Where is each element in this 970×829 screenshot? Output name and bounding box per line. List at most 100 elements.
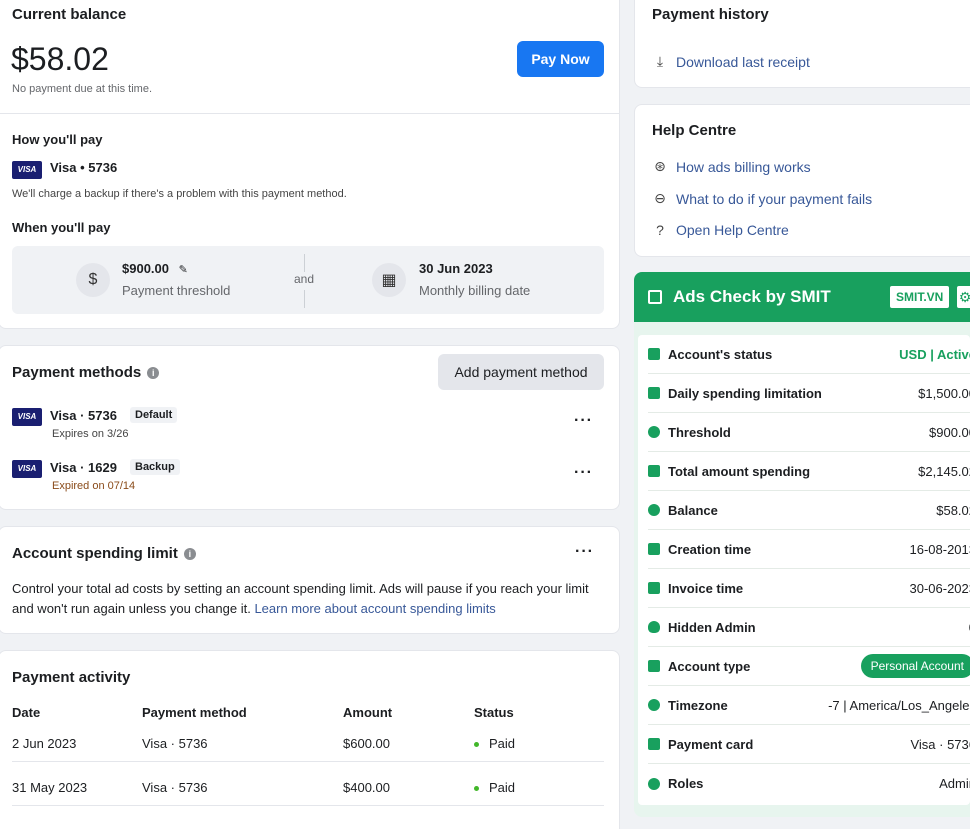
account-spending-limit-card: Account spending limit i ··· Control your… <box>0 526 620 634</box>
help-centre-title: Help Centre <box>652 122 737 139</box>
smit-logo-icon <box>648 290 662 304</box>
method-name: Visa · 1629 <box>50 460 117 475</box>
smit-row-invoice-time: Invoice time 30-06-2023 <box>648 569 970 608</box>
payment-activity-card: Payment activity Date Payment method Amo… <box>0 650 620 829</box>
download-receipt-link[interactable]: ⤓ Download last receipt <box>652 53 810 70</box>
smit-rows: Account's status USD | Active Daily spen… <box>638 335 970 805</box>
smit-row-total-spending: Total amount spending $2,145.02 <box>648 452 970 491</box>
balance-note: No payment due at this time. <box>12 83 153 95</box>
smit-row-status: Account's status USD | Active <box>648 335 970 374</box>
col-payment-method[interactable]: Payment method <box>142 705 247 720</box>
primary-card-label: Visa • 5736 <box>50 160 118 175</box>
card-icon <box>648 387 660 399</box>
smit-header: Ads Check by SMIT SMIT.VN ⚙ <box>634 272 970 322</box>
payment-methods-title: Payment methods i <box>12 364 160 382</box>
question-circle-icon: ? <box>656 222 664 238</box>
payment-activity-title: Payment activity <box>12 669 131 686</box>
receipt-icon <box>648 465 660 477</box>
and-label: and <box>294 272 315 286</box>
user-icon <box>648 660 660 672</box>
lifebuoy-icon: ⊛ <box>654 158 666 174</box>
payment-history-title: Payment history <box>652 6 769 23</box>
paid-dot-icon <box>474 742 479 747</box>
billing-date-label: Monthly billing date <box>419 283 531 298</box>
more-options-icon[interactable]: ··· <box>574 412 593 430</box>
calendar-icon <box>648 543 660 555</box>
smit-row-creation-time: Creation time 16-08-2013 <box>648 530 970 569</box>
minus-circle-icon: ⊖ <box>654 190 666 206</box>
smit-row-daily-limit: Daily spending limitation $1,500.00 <box>648 374 970 413</box>
smit-row-timezone: Timezone -7 | America/Los_Angeles <box>648 686 970 725</box>
info-icon[interactable]: i <box>147 366 160 379</box>
default-tag: Default <box>130 407 178 423</box>
row-date: 2 Jun 2023 <box>12 736 77 751</box>
smit-badge[interactable]: SMIT.VN <box>890 286 950 308</box>
visa-card-icon: VISA <box>12 159 42 179</box>
method-expiry: Expires on 3/26 <box>52 428 129 440</box>
col-status[interactable]: Status <box>474 705 514 720</box>
smit-row-hidden-admin: Hidden Admin 0 <box>648 608 970 647</box>
backup-tag: Backup <box>130 459 180 475</box>
calendar-icon: ▦ <box>372 263 406 297</box>
separator-line <box>304 290 305 308</box>
dollar-icon <box>648 504 660 516</box>
visa-card-icon: VISA <box>12 408 42 426</box>
add-payment-method-button[interactable]: Add payment method <box>438 354 604 390</box>
smit-row-payment-card: Payment card Visa · 5736 <box>648 725 970 764</box>
help-link-payment-fails[interactable]: ⊖ What to do if your payment fails <box>652 190 872 207</box>
payment-method-row[interactable]: VISA Visa · 5736 Default Expires on 3/26… <box>12 406 602 446</box>
shield-icon <box>648 621 660 633</box>
help-centre-card: Help Centre ⊛ How ads billing works ⊖ Wh… <box>634 104 970 257</box>
threshold-value: $900.00 ✎ <box>122 261 188 276</box>
payment-methods-card: Payment methods i Add payment method VISA… <box>0 345 620 510</box>
download-icon: ⤓ <box>656 53 664 69</box>
account-type-pill: Personal Account <box>860 654 970 678</box>
chart-icon <box>648 348 660 360</box>
learn-more-link[interactable]: Learn more about account spending limits <box>254 601 495 616</box>
col-amount[interactable]: Amount <box>343 705 392 720</box>
method-name: Visa · 5736 <box>50 408 117 423</box>
help-link-billing[interactable]: ⊛ How ads billing works <box>652 158 810 175</box>
balance-amount: $58.02 <box>11 41 109 77</box>
separator-line <box>304 254 305 272</box>
when-you-pay-title: When you'll pay <box>12 220 111 235</box>
smit-row-account-type: Account type Personal Account <box>648 647 970 686</box>
payment-history-card: Payment history ⤓ Download last receipt <box>634 0 970 88</box>
edit-pencil-icon[interactable]: ✎ <box>179 264 188 276</box>
spending-limit-title: Account spending limit i <box>12 545 196 563</box>
trend-icon <box>648 426 660 438</box>
dollar-icon: $ <box>76 263 110 297</box>
status-value: USD | Active <box>899 346 970 362</box>
row-method: Visa · 5736 <box>142 736 208 751</box>
smit-row-balance: Balance $58.02 <box>648 491 970 530</box>
globe-icon <box>648 699 660 711</box>
billing-date: 30 Jun 2023 <box>419 261 493 276</box>
invoice-icon <box>648 582 660 594</box>
pay-now-button[interactable]: Pay Now <box>517 41 604 77</box>
row-method: Visa · 5736 <box>142 780 208 795</box>
more-options-icon[interactable]: ··· <box>574 464 593 482</box>
settings-gear-icon[interactable]: ⚙ <box>957 286 970 308</box>
current-balance-card: Current balance $58.02 No payment due at… <box>0 0 620 329</box>
row-status: Paid <box>489 780 516 795</box>
col-date[interactable]: Date <box>12 705 40 720</box>
help-link-open-centre[interactable]: ? Open Help Centre <box>652 222 789 238</box>
users-icon <box>648 777 660 790</box>
spending-limit-text: Control your total ad costs by setting a… <box>12 581 589 616</box>
row-amount: $600.00 <box>343 736 390 751</box>
current-balance-title: Current balance <box>12 6 127 23</box>
threshold-label: Payment threshold <box>122 283 231 298</box>
divider <box>0 113 619 114</box>
method-expiry: Expired on 07/14 <box>52 480 136 492</box>
table-row[interactable]: 31 May 2023 Visa · 5736 $400.00 Paid <box>12 771 604 806</box>
row-status: Paid <box>489 736 516 751</box>
smit-title: Ads Check by SMIT <box>673 287 831 306</box>
smit-ads-check-panel: Ads Check by SMIT SMIT.VN ⚙ Account's st… <box>634 272 970 817</box>
paid-dot-icon <box>474 786 479 791</box>
table-row[interactable]: 2 Jun 2023 Visa · 5736 $600.00 Paid <box>12 727 604 762</box>
payment-method-row[interactable]: VISA Visa · 1629 Backup Expired on 07/14… <box>12 458 602 498</box>
info-icon[interactable]: i <box>183 547 196 560</box>
backup-note: We'll charge a backup if there's a probl… <box>12 188 347 200</box>
more-options-icon[interactable]: ··· <box>575 543 594 561</box>
how-you-pay-title: How you'll pay <box>12 132 103 147</box>
